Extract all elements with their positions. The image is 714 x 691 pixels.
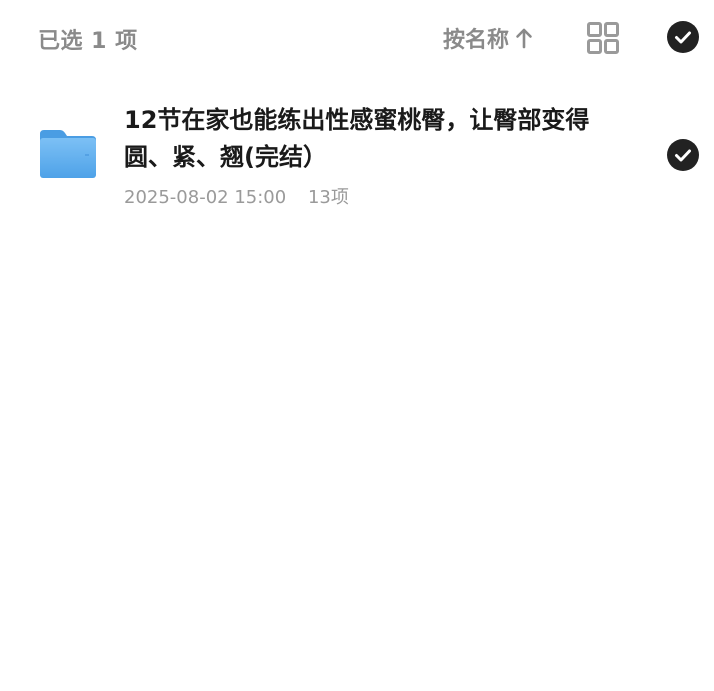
list-item[interactable]: 12节在家也能练出性感蜜桃臀，让臀部变得圆、紧、翘(完结） 2025-08-02… <box>0 96 714 216</box>
folder-item-count: 13项 <box>307 187 349 208</box>
arrow-up-icon <box>515 27 533 49</box>
select-all-check-icon[interactable] <box>667 21 699 53</box>
folder-date: 2025-08-02 15:00 <box>124 187 287 208</box>
folder-meta: 2025-08-02 15:00 13项 <box>124 183 349 209</box>
sort-label: 按名称 <box>443 28 510 53</box>
sort-by-name-button[interactable]: 按名称 <box>443 22 533 54</box>
selected-count-label: 已选 1 项 <box>38 29 138 54</box>
grid-view-icon[interactable] <box>586 21 620 55</box>
selection-toolbar: 已选 1 项 按名称 <box>0 0 714 76</box>
file-picker-page: 已选 1 项 按名称 12节在家也能练出性感蜜桃臀，让臀部变得圆、紧、翘(完结）… <box>0 0 714 691</box>
folder-title: 12节在家也能练出性感蜜桃臀，让臀部变得圆、紧、翘(完结） <box>124 106 590 171</box>
folder-icon <box>38 128 98 180</box>
item-selected-check-icon[interactable] <box>667 139 699 171</box>
